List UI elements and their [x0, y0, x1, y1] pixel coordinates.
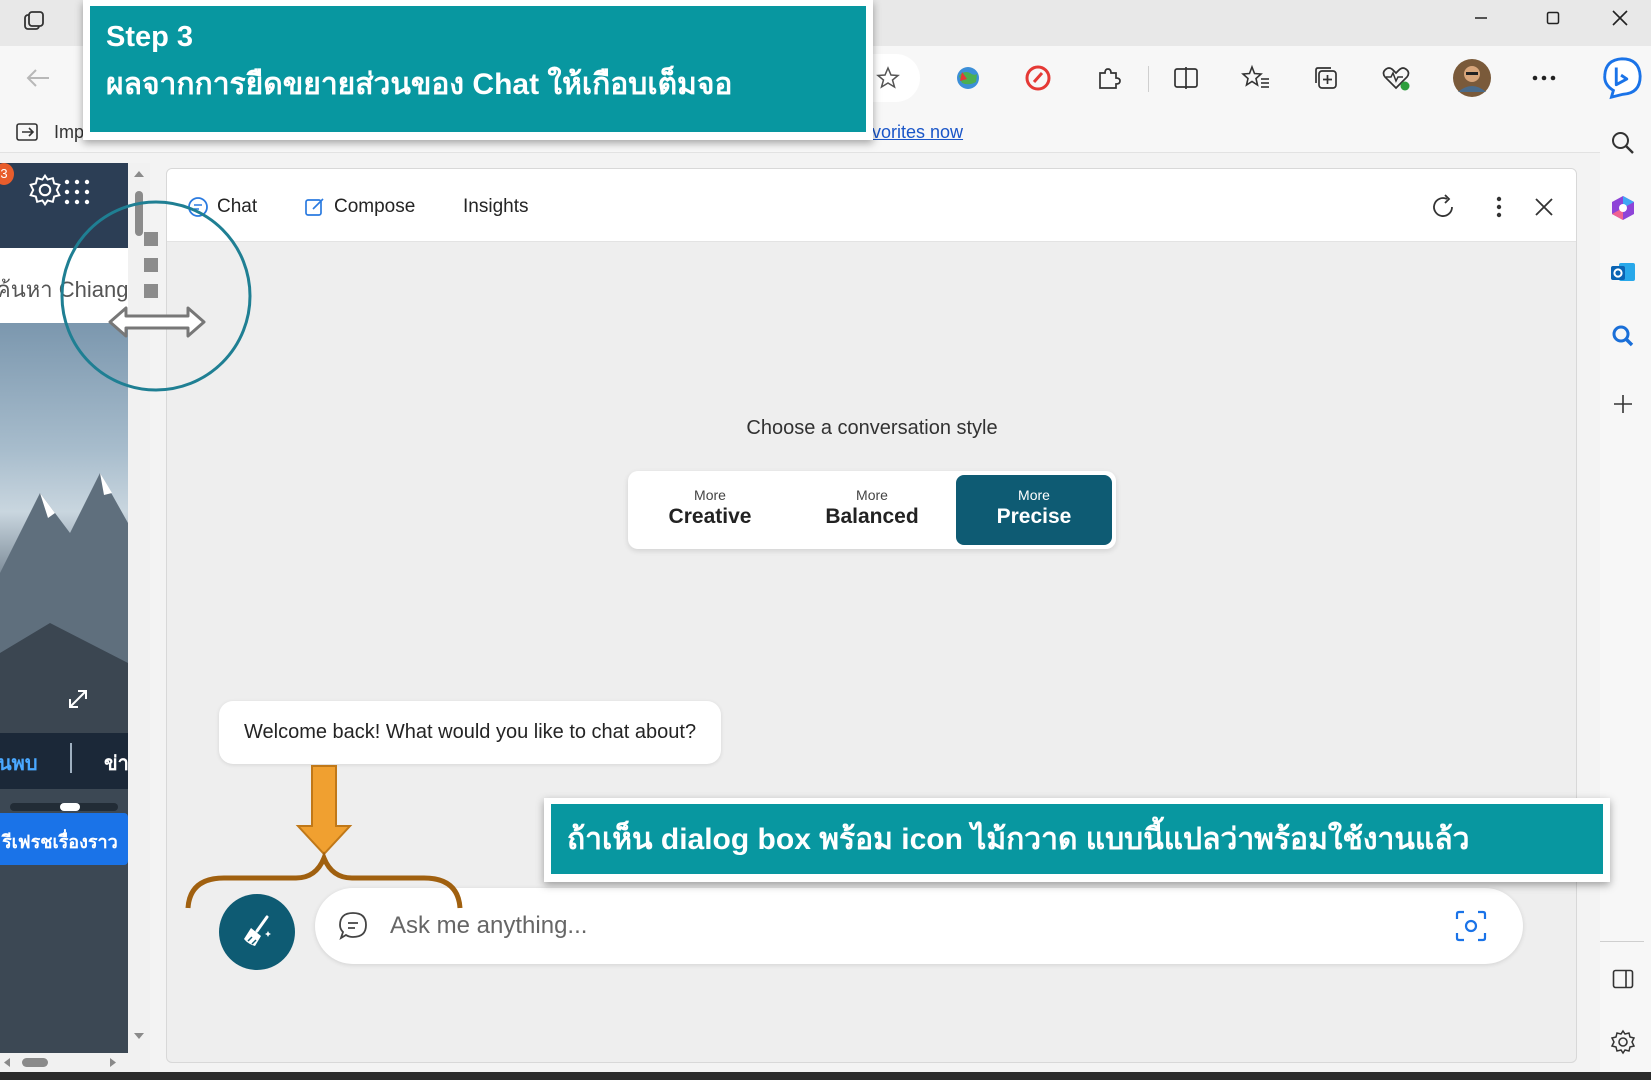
- conversation-style-label: Choose a conversation style: [746, 417, 998, 439]
- broom-icon: [244, 915, 271, 946]
- split-screen-icon: [1174, 67, 1198, 89]
- minimize-icon: [1475, 17, 1487, 19]
- page-scrollbar-horizontal[interactable]: [0, 1053, 150, 1072]
- refresh-stories-label: รีเฟรชเรื่องราว: [2, 832, 118, 852]
- tab-compose-label: Compose: [334, 196, 416, 217]
- visual-search-button[interactable]: [1451, 906, 1491, 946]
- close-icon: [1535, 198, 1553, 216]
- chat-bubble-icon: [335, 908, 371, 944]
- extension-globe-button[interactable]: [950, 60, 986, 96]
- star-icon: [876, 66, 900, 89]
- taskbar-edge: [0, 1072, 1651, 1080]
- close-icon: [1612, 10, 1628, 26]
- style-option-creative[interactable]: More Creative: [632, 475, 788, 545]
- page-nav-bar: นพบ ข่า: [0, 733, 128, 789]
- sidebar-copilot-button[interactable]: [1605, 190, 1641, 226]
- refresh-stories-button[interactable]: รีเฟรชเรื่องราว: [0, 813, 128, 865]
- zoom-search-icon: [1612, 325, 1634, 347]
- ask-input[interactable]: [390, 906, 1390, 946]
- ready-note-text: ถ้าเห็น dialog box พร้อม icon ไม้กวาด แบ…: [551, 804, 1603, 874]
- close-window-button[interactable]: [1590, 0, 1650, 36]
- page-nav-item-right[interactable]: ข่า: [104, 747, 128, 779]
- chat-panel: Chat Compose Insights Choose a conversat…: [166, 168, 1577, 1063]
- style-option-prefix: More: [694, 487, 726, 503]
- more-icon: [1532, 75, 1556, 81]
- split-screen-button[interactable]: [1168, 60, 1204, 96]
- blocker-button[interactable]: [1020, 60, 1056, 96]
- sidebar-divider: [1600, 941, 1644, 942]
- extension-globe-icon: [957, 67, 979, 89]
- welcome-message-bubble: Welcome back! What would you like to cha…: [219, 701, 722, 764]
- import-favorites-link[interactable]: vorites now: [872, 122, 963, 143]
- chat-more-button[interactable]: [1481, 189, 1517, 225]
- profile-button[interactable]: [1452, 58, 1492, 98]
- collections-button[interactable]: [1308, 60, 1344, 96]
- maximize-button[interactable]: [1518, 0, 1588, 36]
- annotation-arrow-brace: [184, 762, 464, 912]
- import-favorites-label[interactable]: Imp: [54, 122, 84, 143]
- tab-insights-label: Insights: [463, 196, 529, 217]
- tab-compose[interactable]: Compose: [304, 193, 415, 221]
- step-title: Step 3: [106, 21, 194, 53]
- refresh-icon: [1433, 194, 1453, 217]
- compose-icon: [305, 198, 324, 216]
- favorites-icon: [1241, 64, 1269, 88]
- ready-note-callout: ถ้าเห็น dialog box พร้อม icon ไม้กวาด แบ…: [544, 798, 1610, 882]
- blocker-icon: [1025, 65, 1051, 91]
- style-option-precise[interactable]: More Precise: [956, 475, 1112, 545]
- visual-search-icon: [1455, 910, 1487, 942]
- sidebar-search-button[interactable]: [1605, 125, 1641, 161]
- chat-close-button[interactable]: [1526, 189, 1562, 225]
- step-callout: Step 3 ผลจากการยืดขยายส่วนของ Chat ให้เก…: [83, 0, 873, 140]
- ask-input-box: [315, 888, 1523, 964]
- import-favorites-icon[interactable]: [14, 118, 42, 146]
- sidebar-outlook-button[interactable]: [1605, 254, 1641, 290]
- expand-icon[interactable]: [66, 687, 90, 711]
- sidebar-zoom-search-button[interactable]: [1605, 318, 1641, 354]
- bing-copilot-button[interactable]: [1600, 56, 1644, 100]
- maximize-icon: [1546, 11, 1560, 25]
- sidebar-layout-button[interactable]: [1605, 961, 1641, 997]
- copilot-icon: [1612, 196, 1634, 220]
- step-description: ผลจากการยืดขยายส่วนของ Chat ให้เกือบเต็ม…: [106, 67, 733, 101]
- tab-insights[interactable]: Insights: [463, 193, 528, 221]
- page-nav-item-left[interactable]: นพบ: [0, 747, 38, 779]
- nav-divider: [70, 743, 72, 773]
- conversation-style-picker: More Creative More Balanced More Precise: [628, 471, 1116, 549]
- toolbar-divider: [1148, 66, 1149, 92]
- tab-actions-icon[interactable]: [18, 8, 50, 36]
- resize-handle-highlight: [56, 200, 260, 394]
- style-option-name: Balanced: [825, 505, 919, 528]
- favorite-star-button[interactable]: [870, 60, 906, 96]
- health-icon: [1382, 67, 1410, 91]
- more-button[interactable]: [1526, 60, 1562, 96]
- favorites-button[interactable]: [1238, 60, 1274, 96]
- bing-icon: [1603, 57, 1642, 100]
- minimize-button[interactable]: [1446, 0, 1516, 36]
- style-option-prefix: More: [856, 487, 888, 503]
- style-option-prefix: More: [1018, 487, 1050, 503]
- profile-avatar: [1453, 59, 1491, 97]
- extensions-button[interactable]: [1090, 60, 1126, 96]
- style-option-name: Precise: [996, 505, 1072, 528]
- style-option-balanced[interactable]: More Balanced: [794, 475, 950, 545]
- back-button[interactable]: [20, 60, 56, 96]
- sidebar-settings-button[interactable]: [1605, 1024, 1641, 1060]
- outlook-icon: [1611, 263, 1635, 281]
- sidebar-add-button[interactable]: [1605, 386, 1641, 422]
- puzzle-icon: [1099, 68, 1121, 89]
- style-option-name: Creative: [668, 505, 752, 528]
- step-callout-body: Step 3 ผลจากการยืดขยายส่วนของ Chat ให้เก…: [90, 6, 866, 132]
- more-vertical-icon: [1496, 196, 1502, 218]
- chat-header: Chat Compose Insights: [167, 169, 1576, 242]
- back-arrow-icon: [26, 69, 49, 87]
- search-icon: [1612, 132, 1634, 154]
- collections-icon: [1315, 67, 1337, 89]
- browser-health-button[interactable]: [1378, 60, 1414, 96]
- add-icon: [1614, 395, 1632, 413]
- sidebar-layout-icon: [1612, 969, 1634, 989]
- settings-icon: [1610, 1029, 1636, 1055]
- carousel-dots: [10, 803, 118, 811]
- chat-refresh-button[interactable]: [1425, 189, 1461, 225]
